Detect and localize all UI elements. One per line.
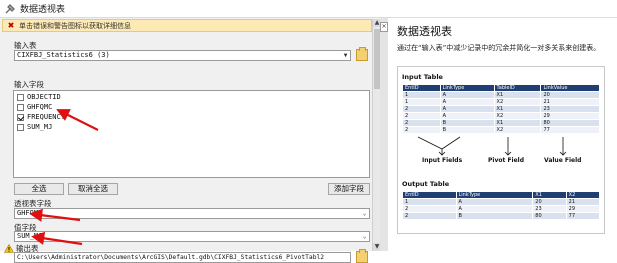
column-header: X1	[532, 191, 567, 199]
column-header: LinkType	[455, 191, 534, 199]
help-title: 数据透视表	[397, 25, 452, 38]
input-table-heading: Input Table	[402, 73, 443, 81]
table-row: 2 B 80 77	[402, 212, 601, 220]
title-bar: 数据透视表	[0, 0, 617, 18]
column-header: EntID	[402, 84, 441, 92]
table-row: 2 A 23 29	[402, 205, 601, 213]
value-field-callout: Value Field	[544, 157, 582, 164]
input-fields-callout: Input Fields	[422, 157, 463, 164]
output-table-heading: Output Table	[402, 180, 450, 188]
table-row: 1 A 20 21	[402, 198, 601, 206]
column-header: LinkType	[439, 84, 495, 92]
parameters-pane: ✖ 单击错误和警告图标以获取详细信息 输入表 CIXFBJ_Statistics…	[0, 18, 381, 263]
table-row: 1 A X2 21	[402, 98, 600, 106]
table-row: 1 A X1 20	[402, 91, 600, 99]
arrow-to-pivot-field	[29, 208, 81, 222]
collapse-help-icon[interactable]: ×	[380, 22, 388, 32]
annotation-arrows	[29, 109, 99, 246]
output-table-example: EntID LinkType X1 X2 1 A 20 21 2 A 23 29 2 B 80 7…	[402, 191, 601, 220]
output-table-value: C:\Users\Administrator\Documents\ArcGIS\…	[17, 254, 325, 261]
browse-folder-icon[interactable]	[356, 249, 368, 263]
table-row: 2 A X1 23	[402, 105, 600, 113]
pivot-table-dialog: 数据透视表 ✖ 单击错误和警告图标以获取详细信息 输入表 CIXFBJ_Stat…	[0, 0, 617, 263]
column-header: X2	[565, 191, 601, 199]
arrow-to-frequency	[56, 109, 99, 131]
tool-icon	[5, 3, 15, 13]
table-row: 2 A X2 29	[402, 112, 600, 120]
column-header: LinkValue	[540, 84, 600, 92]
output-table-input[interactable]: C:\Users\Administrator\Documents\ArcGIS\…	[14, 252, 351, 263]
window-title: 数据透视表	[20, 5, 66, 15]
pivot-field-callout: Pivot Field	[488, 157, 525, 164]
input-table-example: EntID LinkType TableID LinkValue 1 A X1 20 …	[402, 84, 600, 134]
column-header: TableID	[493, 84, 542, 92]
table-row: 2 B X1 80	[402, 119, 600, 127]
pane-splitter[interactable]: ×	[380, 18, 388, 251]
help-description: 通过在“输入表”中减少记录中的冗余并简化一对多关系来创建表。	[397, 44, 601, 52]
column-header: EntID	[402, 191, 457, 199]
arrow-to-value-field	[31, 231, 83, 246]
help-pane: 数据透视表 通过在“输入表”中减少记录中的冗余并简化一对多关系来创建表。 Inp…	[388, 18, 617, 251]
help-diagram: Input Table EntID LinkType TableID LinkV…	[397, 66, 605, 234]
